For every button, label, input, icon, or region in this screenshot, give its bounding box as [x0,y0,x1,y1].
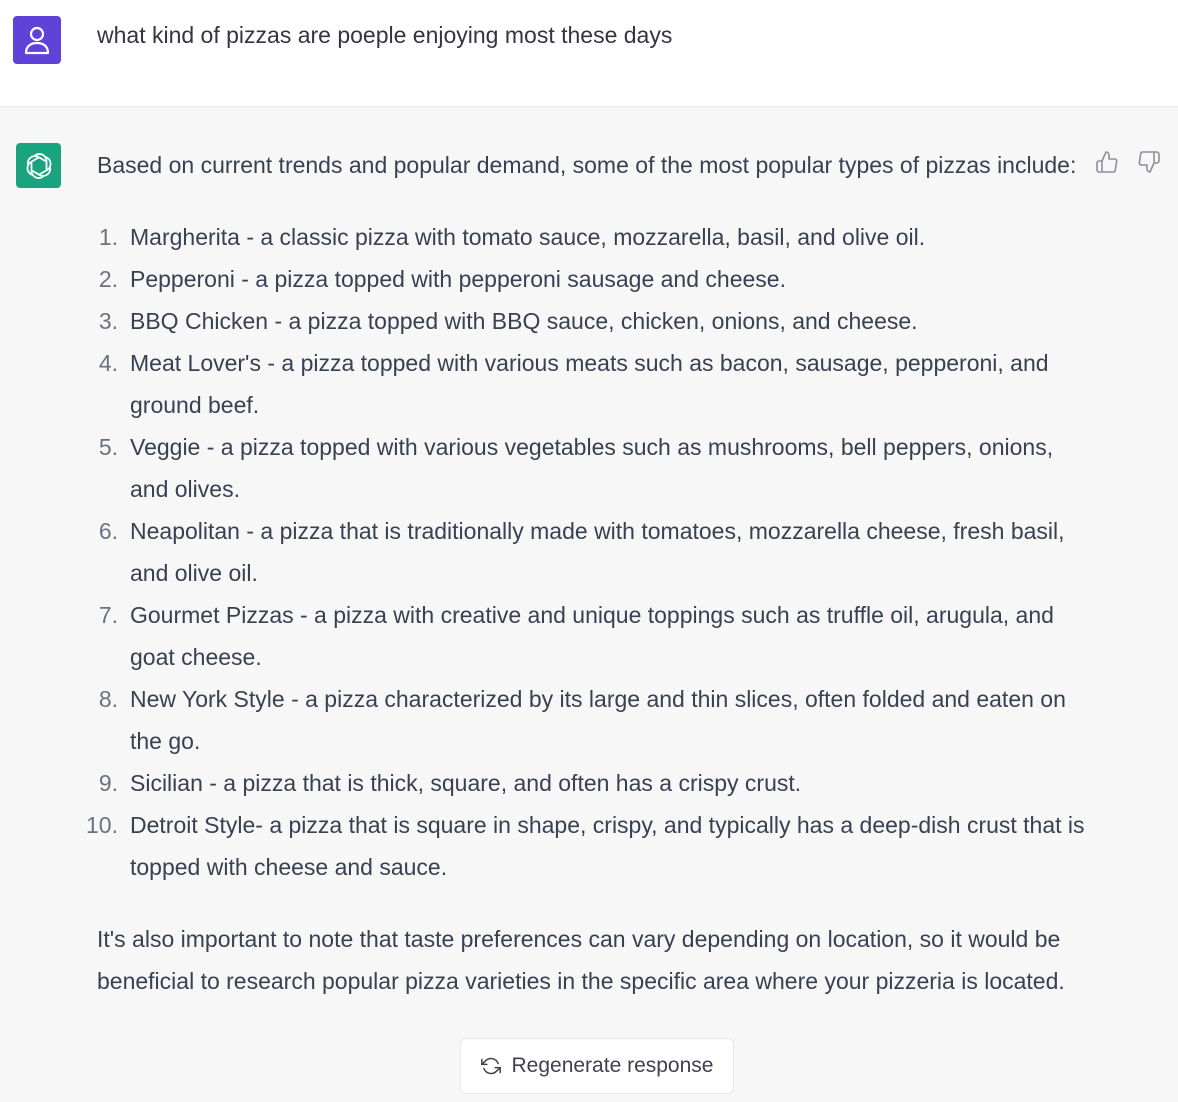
reply-intro: Based on current trends and popular dema… [97,152,1077,178]
list-number: 6. [98,518,118,544]
openai-logo-icon [26,152,51,179]
assistant-message-text: Based on current trends and popular dema… [86,144,1087,1002]
list-item-text: Margherita - a classic pizza with tomato… [130,224,926,250]
list-number: 1. [98,224,118,250]
list-item: 1. Margherita - a classic pizza with toma… [97,216,1087,258]
pizza-list: 1. Margherita - a classic pizza with toma… [86,216,1087,888]
list-number: 4. [98,350,118,376]
list-item-text: Gourmet Pizzas - a pizza with creative a… [130,602,1054,670]
user-message-row: what kind of pizzas are poeple enjoying … [0,0,1178,107]
thumbs-down-icon [1138,151,1160,173]
list-item: 2. Pepperoni - a pizza topped with pepper… [97,258,1087,300]
refresh-icon [480,1057,501,1075]
list-number: 2. [98,266,118,292]
list-item: 5. Veggie - a pizza topped with various v… [97,426,1087,510]
list-item: 10. Detroit Style- a pizza that is square… [86,804,1087,888]
thumbs-up-icon [1096,151,1118,173]
list-item: 3. BBQ Chicken - a pizza topped with BBQ … [97,300,1087,342]
list-item-text: Sicilian - a pizza that is thick, square… [130,770,802,796]
list-item-text: BBQ Chicken - a pizza topped with BBQ sa… [130,308,918,334]
list-item: 9. Sicilian - a pizza that is thick, squa… [97,762,1087,804]
list-item: 4. Meat Lover's - a pizza topped with var… [97,342,1087,426]
reply-outro: It's also important to note that taste p… [97,926,1065,994]
list-item-text: Pepperoni - a pizza topped with pepperon… [130,266,786,292]
list-item: 7. Gourmet Pizzas - a pizza with creative… [97,594,1087,678]
list-item-text: Neapolitan - a pizza that is traditional… [130,518,1065,586]
list-number: 5. [98,434,118,460]
regenerate-response-button[interactable]: Regenerate response [460,1038,734,1094]
list-number: 10. [86,812,118,838]
list-number: 9. [98,770,118,796]
thumbs-down-button[interactable] [1136,149,1162,175]
user-icon [24,26,50,55]
list-number: 3. [98,308,118,334]
list-item-text: Detroit Style- a pizza that is square in… [130,812,1085,880]
list-item-text: New York Style - a pizza characterized b… [130,686,1066,754]
list-item: 8. New York Style - a pizza characterized… [97,678,1087,762]
thumbs-up-button[interactable] [1094,149,1120,175]
list-item: 6. Neapolitan - a pizza that is tradition… [97,510,1087,594]
assistant-message-row: Based on current trends and popular dema… [0,107,1178,1102]
user-avatar [13,16,61,64]
list-number: 7. [98,602,118,628]
list-item-text: Meat Lover's - a pizza topped with vario… [130,350,1049,418]
assistant-avatar [16,143,61,188]
list-number: 8. [98,686,118,712]
user-message-text: what kind of pizzas are poeple enjoying … [97,22,673,48]
regenerate-label: Regenerate response [511,1054,714,1077]
list-item-text: Veggie - a pizza topped with various veg… [130,434,1054,502]
